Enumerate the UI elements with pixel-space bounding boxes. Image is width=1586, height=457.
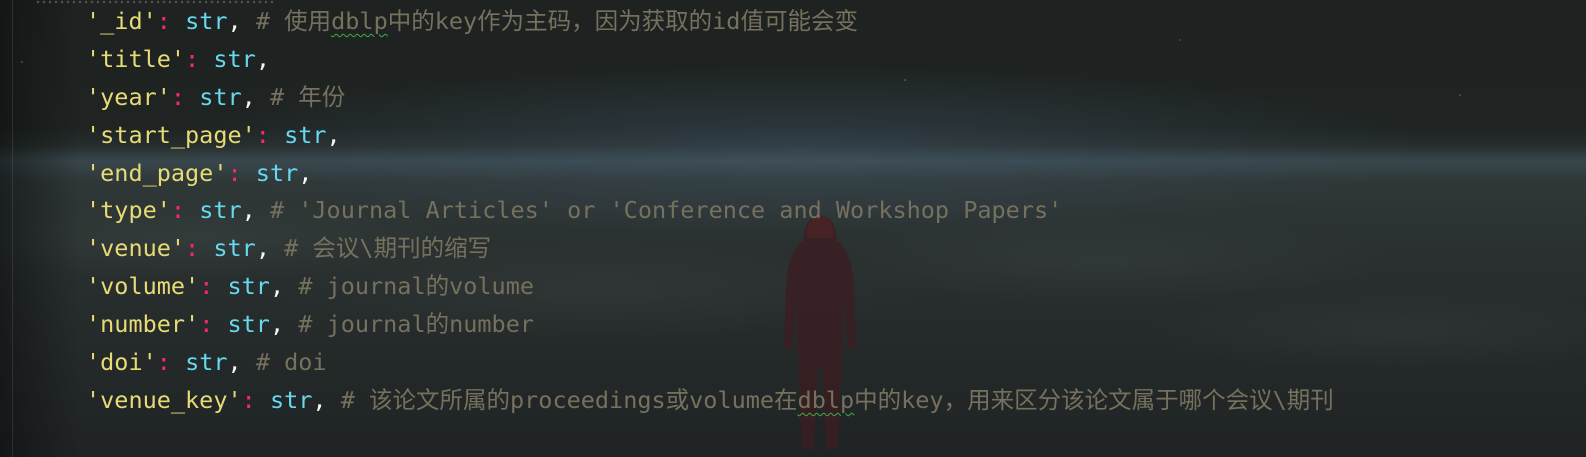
type-name-token: str (255, 158, 299, 187)
comma-token: , (255, 234, 270, 263)
comma-token: , (269, 272, 285, 301)
type-name-token: str (199, 82, 242, 111)
code-line[interactable]: 'end_page': str, (86, 155, 1334, 193)
code-line[interactable]: 'venue_key': str, # 该论文所属的proceedings或vo… (86, 382, 1334, 420)
comma-token: , (326, 120, 341, 149)
code-line[interactable]: 'type': str, # 'Journal Articles' or 'Co… (86, 192, 1334, 230)
dict-key-string: 'title' (86, 44, 186, 73)
dict-key-string: 'venue' (86, 234, 186, 263)
code-comment-continued: 中的key作为主码，因为获取的id值可能会变 (387, 7, 858, 35)
dict-key-string: 'number' (86, 310, 200, 339)
code-line[interactable]: 'start_page': str, (86, 117, 1334, 155)
editor-gutter-divider (12, 0, 13, 457)
colon-token: : (170, 196, 186, 225)
type-name-token: str (213, 234, 256, 263)
colon-token: : (185, 234, 200, 263)
code-comment-continued: 中的key，用来区分该论文属于哪个会议\期刊 (854, 385, 1334, 414)
comma-token: , (312, 385, 327, 414)
code-comment: # journal的number (298, 310, 534, 339)
colon-token: : (199, 272, 214, 301)
type-name-token: str (284, 120, 327, 149)
dict-key-string: 'volume' (86, 272, 200, 301)
code-line[interactable]: 'title': str, (86, 41, 1334, 79)
code-comment: # 年份 (269, 82, 346, 111)
code-line[interactable]: 'year': str, # 年份 (86, 79, 1334, 117)
colon-token: : (170, 82, 186, 111)
type-name-token: str (227, 310, 270, 339)
comma-token: , (227, 348, 242, 377)
type-name-token: str (185, 348, 228, 377)
code-line[interactable]: '_id': str, # 使用dblp中的key作为主码，因为获取的id值可能… (86, 3, 1334, 41)
dict-key-string: 'venue_key' (86, 385, 242, 414)
type-name-token: str (213, 44, 256, 73)
comma-token: , (227, 7, 242, 35)
colon-token: : (227, 158, 242, 187)
code-comment: # 该论文所属的proceedings或volume在 (340, 385, 798, 414)
code-comment: # 会议\期刊的缩写 (284, 234, 492, 263)
dict-key-string: 'start_page' (86, 120, 256, 149)
code-comment: # doi (255, 348, 327, 377)
spellcheck-flagged-word[interactable]: dblp (798, 386, 855, 414)
dict-key-string: 'year' (86, 82, 171, 111)
spellcheck-flagged-word[interactable]: dblp (331, 7, 388, 35)
colon-token: : (156, 348, 171, 377)
code-comment: # journal的volume (298, 272, 534, 301)
comma-token: , (241, 82, 256, 111)
colon-token: : (241, 385, 256, 414)
colon-token: : (185, 44, 200, 73)
code-editor-lines[interactable]: '_id': str, # 使用dblp中的key作为主码，因为获取的id值可能… (86, 3, 1334, 420)
dict-key-string: 'doi' (86, 348, 157, 377)
dict-key-string: 'end_page' (86, 158, 228, 187)
type-name-token: str (227, 272, 270, 301)
type-name-token: str (185, 7, 228, 35)
comma-token: , (241, 196, 256, 225)
type-name-token: str (199, 196, 242, 225)
colon-token: : (156, 7, 171, 35)
code-line[interactable]: 'volume': str, # journal的volume (86, 268, 1334, 306)
code-line[interactable]: 'venue': str, # 会议\期刊的缩写 (86, 230, 1334, 268)
code-line[interactable]: 'doi': str, # doi (86, 344, 1334, 382)
colon-token: : (255, 120, 270, 149)
comma-token: , (269, 310, 285, 339)
comma-token: , (298, 158, 313, 187)
code-comment: # 使用 (255, 7, 332, 35)
dict-key-string: '_id' (86, 7, 157, 35)
code-line[interactable]: 'number': str, # journal的number (86, 306, 1334, 344)
comma-token: , (255, 44, 270, 73)
code-comment: # 'Journal Articles' or 'Conference and … (269, 196, 1063, 225)
colon-token: : (199, 310, 214, 339)
type-name-token: str (269, 385, 313, 414)
dict-key-string: 'type' (86, 196, 171, 225)
